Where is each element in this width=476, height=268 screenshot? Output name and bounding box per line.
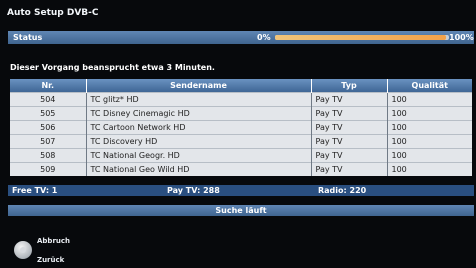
column-header-sendername: Sendername bbox=[86, 79, 312, 93]
channel-number: 509 bbox=[10, 162, 87, 176]
remote-dpad-icon bbox=[14, 241, 32, 259]
channel-quality: 100 bbox=[387, 148, 472, 163]
progress-end-label: 100% bbox=[449, 33, 474, 42]
channel-name: TC Disney Cinemagic HD bbox=[86, 106, 312, 121]
channel-quality: 100 bbox=[387, 92, 472, 107]
channel-type: Pay TV bbox=[311, 106, 388, 121]
channel-quality: 100 bbox=[387, 120, 472, 135]
channel-name: TC Cartoon Network HD bbox=[86, 120, 312, 135]
channel-quality: 100 bbox=[387, 162, 472, 176]
channel-number: 504 bbox=[10, 92, 87, 107]
channel-name: TC glitz* HD bbox=[86, 92, 312, 107]
progress-start-label: 0% bbox=[257, 33, 271, 42]
status-bar: Status 0% 100% bbox=[8, 31, 474, 44]
channel-type: Pay TV bbox=[311, 162, 388, 176]
pay-tv-count: Pay TV: 288 bbox=[167, 186, 220, 195]
channel-type: Pay TV bbox=[311, 148, 388, 163]
back-hint[interactable]: Zurück bbox=[37, 256, 64, 264]
free-tv-count: Free TV: 1 bbox=[12, 186, 58, 195]
column-header-qualitaet: Qualität bbox=[387, 79, 472, 93]
channel-number: 508 bbox=[10, 148, 87, 163]
auto-setup-screen: Auto Setup DVB-C Status 0% 100% Dieser V… bbox=[0, 0, 476, 268]
channel-number: 506 bbox=[10, 120, 87, 135]
channel-number: 505 bbox=[10, 106, 87, 121]
search-status-bar: Suche läuft bbox=[8, 205, 474, 216]
table-row: 507 TC Discovery HD Pay TV 100 bbox=[10, 134, 472, 149]
channel-name: TC National Geo Wild HD bbox=[86, 162, 312, 176]
progress-bar bbox=[275, 35, 449, 40]
channel-type: Pay TV bbox=[311, 92, 388, 107]
column-header-nr: Nr. bbox=[10, 79, 87, 93]
status-label: Status bbox=[13, 33, 43, 42]
duration-message: Dieser Vorgang beansprucht etwa 3 Minute… bbox=[10, 63, 215, 72]
channel-type: Pay TV bbox=[311, 120, 388, 135]
channel-quality: 100 bbox=[387, 106, 472, 121]
remote-dpad-center-icon bbox=[20, 247, 26, 253]
table-row: 508 TC National Geogr. HD Pay TV 100 bbox=[10, 148, 472, 163]
cancel-hint[interactable]: Abbruch bbox=[37, 237, 70, 245]
channel-number: 507 bbox=[10, 134, 87, 149]
channel-type: Pay TV bbox=[311, 134, 388, 149]
channel-quality: 100 bbox=[387, 134, 472, 149]
channel-table: Nr. Sendername Typ Qualität 504 TC glitz… bbox=[10, 79, 472, 176]
radio-count: Radio: 220 bbox=[318, 186, 367, 195]
table-row: 509 TC National Geo Wild HD Pay TV 100 bbox=[10, 162, 472, 176]
table-row: 505 TC Disney Cinemagic HD Pay TV 100 bbox=[10, 106, 472, 121]
table-header-row: Nr. Sendername Typ Qualität bbox=[10, 79, 472, 93]
channel-name: TC National Geogr. HD bbox=[86, 148, 312, 163]
channel-name: TC Discovery HD bbox=[86, 134, 312, 149]
table-row: 504 TC glitz* HD Pay TV 100 bbox=[10, 92, 472, 107]
screen-title: Auto Setup DVB-C bbox=[7, 8, 99, 18]
table-row: 506 TC Cartoon Network HD Pay TV 100 bbox=[10, 120, 472, 135]
progress-fill bbox=[275, 35, 446, 40]
channel-counts-bar: Free TV: 1 Pay TV: 288 Radio: 220 bbox=[8, 185, 474, 196]
column-header-typ: Typ bbox=[311, 79, 388, 93]
